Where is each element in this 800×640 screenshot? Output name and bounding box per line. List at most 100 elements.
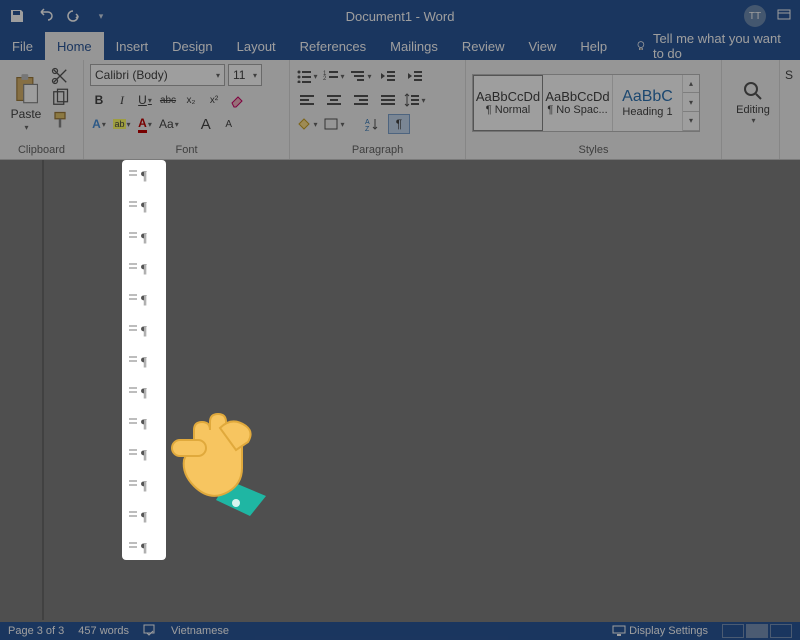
- line-spacing-button[interactable]: ▾: [404, 90, 426, 110]
- multilevel-list-button[interactable]: ▾: [350, 66, 372, 86]
- status-language[interactable]: Vietnamese: [171, 625, 229, 637]
- tab-help[interactable]: Help: [568, 32, 619, 60]
- strikethrough-button[interactable]: abc: [159, 90, 177, 110]
- numbering-button[interactable]: 12▾: [323, 66, 345, 86]
- increase-indent-button[interactable]: [404, 66, 426, 86]
- bullets-icon: [296, 69, 312, 83]
- paragraph-mark: ¶: [141, 168, 147, 184]
- numbering-icon: 12: [323, 69, 339, 83]
- undo-icon[interactable]: [36, 7, 54, 25]
- shrink-font-button[interactable]: A: [220, 114, 238, 134]
- qat-customize-icon[interactable]: ▾: [92, 7, 110, 25]
- font-name-combo[interactable]: Calibri (Body)▾: [90, 64, 225, 86]
- print-layout-button[interactable]: [746, 624, 768, 638]
- paste-label: Paste: [11, 107, 42, 121]
- group-editing: Editing ▾: [722, 60, 780, 159]
- grow-font-button[interactable]: A: [197, 114, 215, 134]
- monitor-icon: [612, 625, 626, 636]
- status-spellcheck-icon[interactable]: [143, 624, 157, 639]
- save-icon[interactable]: [8, 7, 26, 25]
- find-icon[interactable]: [742, 80, 764, 102]
- align-left-button[interactable]: [296, 90, 318, 110]
- tell-me-label: Tell me what you want to do: [653, 31, 788, 61]
- chevron-down-icon[interactable]: ▾: [683, 93, 699, 112]
- tab-mailings[interactable]: Mailings: [378, 32, 450, 60]
- avatar[interactable]: TT: [744, 5, 766, 27]
- status-word-count[interactable]: 457 words: [78, 625, 129, 637]
- tab-design[interactable]: Design: [160, 32, 224, 60]
- status-page[interactable]: Page 3 of 3: [8, 625, 64, 637]
- chevron-up-icon[interactable]: ▴: [683, 75, 699, 94]
- tab-insert[interactable]: Insert: [104, 32, 161, 60]
- editing-label: Editing: [736, 104, 770, 116]
- paragraph-mark: ¶: [141, 540, 147, 556]
- ribbon-display-options-icon[interactable]: [776, 7, 792, 26]
- gallery-more-icon[interactable]: ▾: [683, 112, 699, 131]
- line-spacing-icon: [404, 93, 420, 107]
- group-clipboard: Paste ▾ Clipboard: [0, 60, 84, 159]
- redo-icon[interactable]: [64, 7, 82, 25]
- align-center-button[interactable]: [323, 90, 345, 110]
- tab-review[interactable]: Review: [450, 32, 517, 60]
- svg-text:A: A: [365, 119, 370, 126]
- left-margin-selection-strip[interactable]: ¶¶¶¶¶¶¶¶¶¶¶¶¶: [122, 160, 166, 560]
- cut-button[interactable]: [50, 66, 70, 82]
- title-bar: ▾ Document1 - Word TT: [0, 0, 800, 32]
- paragraph-mark: ¶: [141, 354, 147, 370]
- subscript-button[interactable]: x₂: [182, 90, 200, 110]
- decrease-indent-button[interactable]: [377, 66, 399, 86]
- borders-button[interactable]: ▾: [323, 114, 345, 134]
- document-area[interactable]: [0, 160, 800, 622]
- document-title: Document1 - Word: [346, 9, 455, 24]
- align-right-button[interactable]: [350, 90, 372, 110]
- font-color-button[interactable]: A▾: [136, 114, 154, 134]
- ribbon: Paste ▾ Clipboard Calibri (Body)▾ 11▾ B …: [0, 60, 800, 160]
- align-left-icon: [299, 94, 315, 106]
- change-case-button[interactable]: Aa▾: [159, 114, 179, 134]
- web-layout-button[interactable]: [770, 624, 792, 638]
- show-hide-pilcrow-button[interactable]: ¶: [388, 114, 410, 134]
- indent-icon: [407, 69, 423, 83]
- tab-layout[interactable]: Layout: [225, 32, 288, 60]
- justify-button[interactable]: [377, 90, 399, 110]
- shading-button[interactable]: ▾: [296, 114, 318, 134]
- chevron-down-icon: ▾: [751, 116, 755, 125]
- format-painter-button[interactable]: [50, 110, 70, 126]
- ribbon-tabs: File Home Insert Design Layout Reference…: [0, 32, 800, 60]
- eraser-icon: [229, 92, 245, 108]
- text-effects-button[interactable]: A▾: [90, 114, 108, 134]
- bucket-icon: [296, 117, 312, 131]
- paragraph-mark: ¶: [141, 292, 147, 308]
- italic-button[interactable]: I: [113, 90, 131, 110]
- tab-file[interactable]: File: [0, 32, 45, 60]
- chevron-down-icon: ▾: [253, 71, 257, 80]
- copy-button[interactable]: [50, 88, 70, 104]
- gallery-scroll[interactable]: ▴ ▾ ▾: [683, 75, 699, 131]
- display-settings-button[interactable]: Display Settings: [612, 625, 708, 637]
- style-heading-1[interactable]: AaBbC Heading 1: [613, 75, 683, 131]
- paste-button[interactable]: Paste ▾: [6, 64, 46, 141]
- tab-home[interactable]: Home: [45, 32, 104, 60]
- style-no-spacing[interactable]: AaBbCcDd ¶ No Spac...: [543, 75, 613, 131]
- style-normal[interactable]: AaBbCcDd ¶ Normal: [473, 75, 543, 131]
- sort-button[interactable]: AZ: [361, 114, 383, 134]
- bullets-button[interactable]: ▾: [296, 66, 318, 86]
- group-styles: AaBbCcDd ¶ Normal AaBbCcDd ¶ No Spac... …: [466, 60, 722, 159]
- highlight-button[interactable]: ab▾: [113, 114, 131, 134]
- superscript-button[interactable]: x²: [205, 90, 223, 110]
- read-mode-button[interactable]: [722, 624, 744, 638]
- group-label-editing: [728, 141, 773, 159]
- svg-text:Z: Z: [365, 126, 370, 131]
- bold-button[interactable]: B: [90, 90, 108, 110]
- tell-me-search[interactable]: Tell me what you want to do: [623, 32, 800, 60]
- group-label-clipboard: Clipboard: [6, 141, 77, 159]
- tab-references[interactable]: References: [288, 32, 378, 60]
- group-font: Calibri (Body)▾ 11▾ B I U▾ abc x₂ x² A▾ …: [84, 60, 290, 159]
- clear-formatting-button[interactable]: [228, 90, 246, 110]
- group-overflow: S: [780, 60, 798, 159]
- underline-button[interactable]: U▾: [136, 90, 154, 110]
- page-left-edge: [42, 160, 44, 620]
- font-size-combo[interactable]: 11▾: [228, 64, 262, 86]
- tab-view[interactable]: View: [516, 32, 568, 60]
- borders-icon: [323, 117, 339, 131]
